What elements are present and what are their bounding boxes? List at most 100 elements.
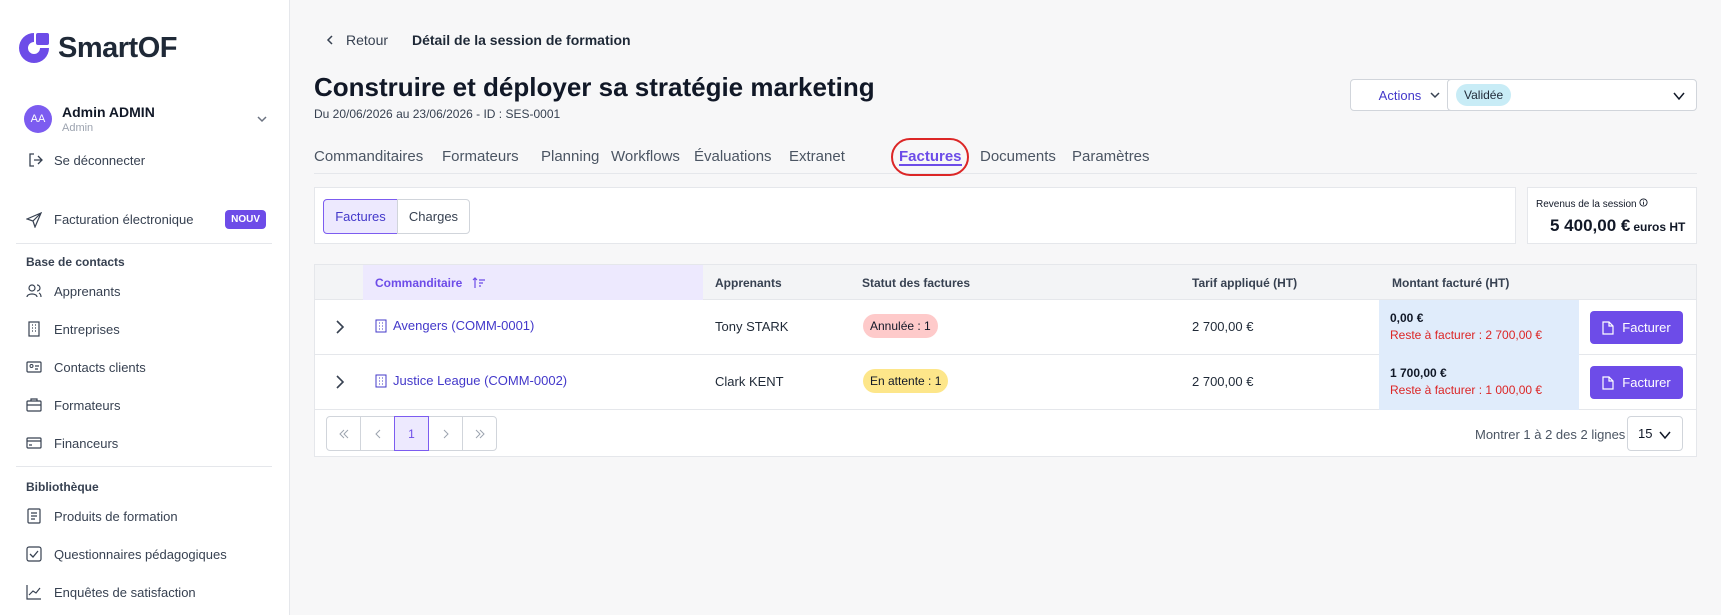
- brand-name: SmartOF: [58, 31, 177, 64]
- billed-amount-cell: 0,00 € Reste à facturer : 2 700,00 €: [1379, 300, 1579, 355]
- billed-amount-cell: 1 700,00 € Reste à facturer : 1 000,00 €: [1379, 355, 1579, 410]
- chevron-down-icon: [1430, 92, 1440, 99]
- sidebar-item-questionnaires[interactable]: Questionnaires pédagogiques: [26, 546, 266, 562]
- pagination: 1: [326, 416, 497, 451]
- tab-trainers[interactable]: Formateurs: [442, 148, 519, 165]
- breadcrumb: Détail de la session de formation: [412, 32, 631, 48]
- sidebar-item-label: Entreprises: [54, 321, 120, 337]
- next-page-button[interactable]: [428, 416, 463, 451]
- invoice-button-label: Facturer: [1622, 375, 1671, 390]
- tab-extranet[interactable]: Extranet: [789, 148, 845, 165]
- file-icon: [1602, 375, 1614, 390]
- building-icon: [375, 319, 387, 332]
- chevron-down-icon: [257, 116, 267, 123]
- remaining-to-bill: Reste à facturer : 1 000,00 €: [1390, 383, 1543, 397]
- table-header: Commanditaire Apprenants Statut des fact…: [315, 265, 1696, 300]
- user-name: Admin ADMIN: [62, 104, 155, 120]
- sidebar-item-surveys[interactable]: Enquêtes de satisfaction: [26, 584, 266, 600]
- send-icon: [26, 211, 42, 228]
- user-role: Admin: [62, 122, 94, 134]
- previous-page-button[interactable]: [360, 416, 395, 451]
- sidebar-item-label: Formateurs: [54, 397, 121, 413]
- users-icon: [26, 284, 42, 298]
- sponsor-link[interactable]: Justice League (COMM-0002): [375, 373, 567, 388]
- column-rate[interactable]: Tarif appliqué (HT): [1192, 276, 1297, 290]
- sidebar-item-billing[interactable]: Facturation électronique NOUV: [26, 210, 266, 229]
- line-chart-icon: [26, 585, 41, 600]
- info-icon[interactable]: [1639, 198, 1648, 207]
- session-revenue-card: Revenus de la session 5 400,00 € euros HT: [1527, 187, 1697, 244]
- logout-icon: [29, 153, 43, 167]
- invoice-button[interactable]: Facturer: [1590, 366, 1683, 399]
- tab-planning[interactable]: Planning: [541, 148, 599, 165]
- chevron-down-icon: [1659, 431, 1671, 440]
- revenue-value: 5 400,00 € euros HT: [1550, 216, 1685, 236]
- user-menu[interactable]: AA Admin ADMIN Admin: [24, 102, 268, 136]
- logout-button[interactable]: Se déconnecter: [28, 152, 145, 168]
- last-page-button[interactable]: [462, 416, 497, 451]
- file-icon: [1602, 320, 1614, 335]
- applied-rate: 2 700,00 €: [1192, 319, 1254, 334]
- segment-charges[interactable]: Charges: [397, 199, 470, 234]
- sidebar-item-client-contacts[interactable]: Contacts clients: [26, 359, 266, 375]
- smartof-logo-icon: [19, 33, 49, 63]
- revenue-label-text: Revenus de la session: [1536, 199, 1637, 210]
- chevron-right-icon[interactable]: [332, 374, 348, 390]
- main-content: Retour Détail de la session de formation…: [290, 0, 1721, 615]
- segment-invoices[interactable]: Factures: [323, 199, 398, 234]
- applied-rate: 2 700,00 €: [1192, 374, 1254, 389]
- avatar: AA: [24, 105, 52, 133]
- invoice-button[interactable]: Facturer: [1590, 311, 1683, 344]
- session-dates: Du 20/06/2026 au 23/06/2026 - ID : SES-0…: [314, 107, 561, 121]
- sponsor-name: Justice League (COMM-0002): [393, 373, 568, 388]
- page-title: Construire et déployer sa stratégie mark…: [314, 72, 875, 102]
- divider: [16, 243, 272, 244]
- learner-name: Clark KENT: [715, 374, 784, 389]
- sidebar-item-label: Enquêtes de satisfaction: [54, 584, 196, 600]
- invoice-status-badge: Annulée : 1: [863, 314, 938, 338]
- sponsor-name: Avengers (COMM-0001): [393, 318, 535, 333]
- divider: [16, 466, 272, 467]
- billed-amount: 1 700,00 €: [1390, 366, 1447, 380]
- contact-card-icon: [26, 361, 42, 373]
- chevron-left-icon: [374, 429, 380, 438]
- tab-sponsors[interactable]: Commanditaires: [314, 148, 423, 165]
- page-size-select[interactable]: 15: [1627, 416, 1683, 451]
- building-icon: [28, 321, 40, 337]
- column-invoice-status[interactable]: Statut des factures: [862, 276, 970, 290]
- back-button[interactable]: Retour: [324, 32, 388, 48]
- sidebar-item-funders[interactable]: Financeurs: [26, 435, 266, 451]
- actions-label: Actions: [1378, 87, 1422, 103]
- checkbox-icon: [26, 546, 42, 562]
- chevron-right-icon[interactable]: [332, 319, 348, 335]
- sidebar-item-learners[interactable]: Apprenants: [26, 283, 266, 299]
- first-page-button[interactable]: [326, 416, 361, 451]
- highlight-circle: [891, 138, 969, 176]
- column-sponsor-label: Commanditaire: [375, 276, 463, 290]
- rows-info: Montrer 1 à 2 des 2 lignes: [1475, 427, 1626, 442]
- tab-evaluations[interactable]: Évaluations: [694, 148, 772, 165]
- remaining-to-bill: Reste à facturer : 2 700,00 €: [1390, 328, 1543, 342]
- library-section-title: Bibliothèque: [26, 480, 99, 494]
- document-list-icon: [27, 508, 41, 524]
- logo[interactable]: SmartOF: [16, 30, 177, 66]
- tab-documents[interactable]: Documents: [980, 148, 1056, 165]
- invoices-table: Commanditaire Apprenants Statut des fact…: [314, 264, 1697, 457]
- sponsor-link[interactable]: Avengers (COMM-0001): [375, 318, 534, 333]
- double-chevron-left-icon: [338, 429, 348, 438]
- sidebar-item-label: Apprenants: [54, 283, 121, 299]
- column-learners[interactable]: Apprenants: [715, 276, 782, 290]
- column-billed-amount[interactable]: Montant facturé (HT): [1392, 276, 1509, 290]
- tab-workflows[interactable]: Workflows: [611, 148, 680, 165]
- page-1-button[interactable]: 1: [394, 416, 429, 451]
- sidebar-item-trainers[interactable]: Formateurs: [26, 397, 266, 413]
- session-status-select[interactable]: Validée: [1447, 79, 1697, 111]
- session-tabs: Commanditaires Formateurs Planning Workf…: [314, 138, 1697, 176]
- column-sponsor[interactable]: Commanditaire: [375, 276, 486, 290]
- contacts-section-title: Base de contacts: [26, 255, 125, 269]
- sidebar-item-training-products[interactable]: Produits de formation: [26, 508, 266, 524]
- tab-settings[interactable]: Paramètres: [1072, 148, 1150, 165]
- invoice-button-label: Facturer: [1622, 320, 1671, 335]
- sidebar-item-label: Facturation électronique: [54, 212, 194, 227]
- sidebar-item-companies[interactable]: Entreprises: [26, 321, 266, 337]
